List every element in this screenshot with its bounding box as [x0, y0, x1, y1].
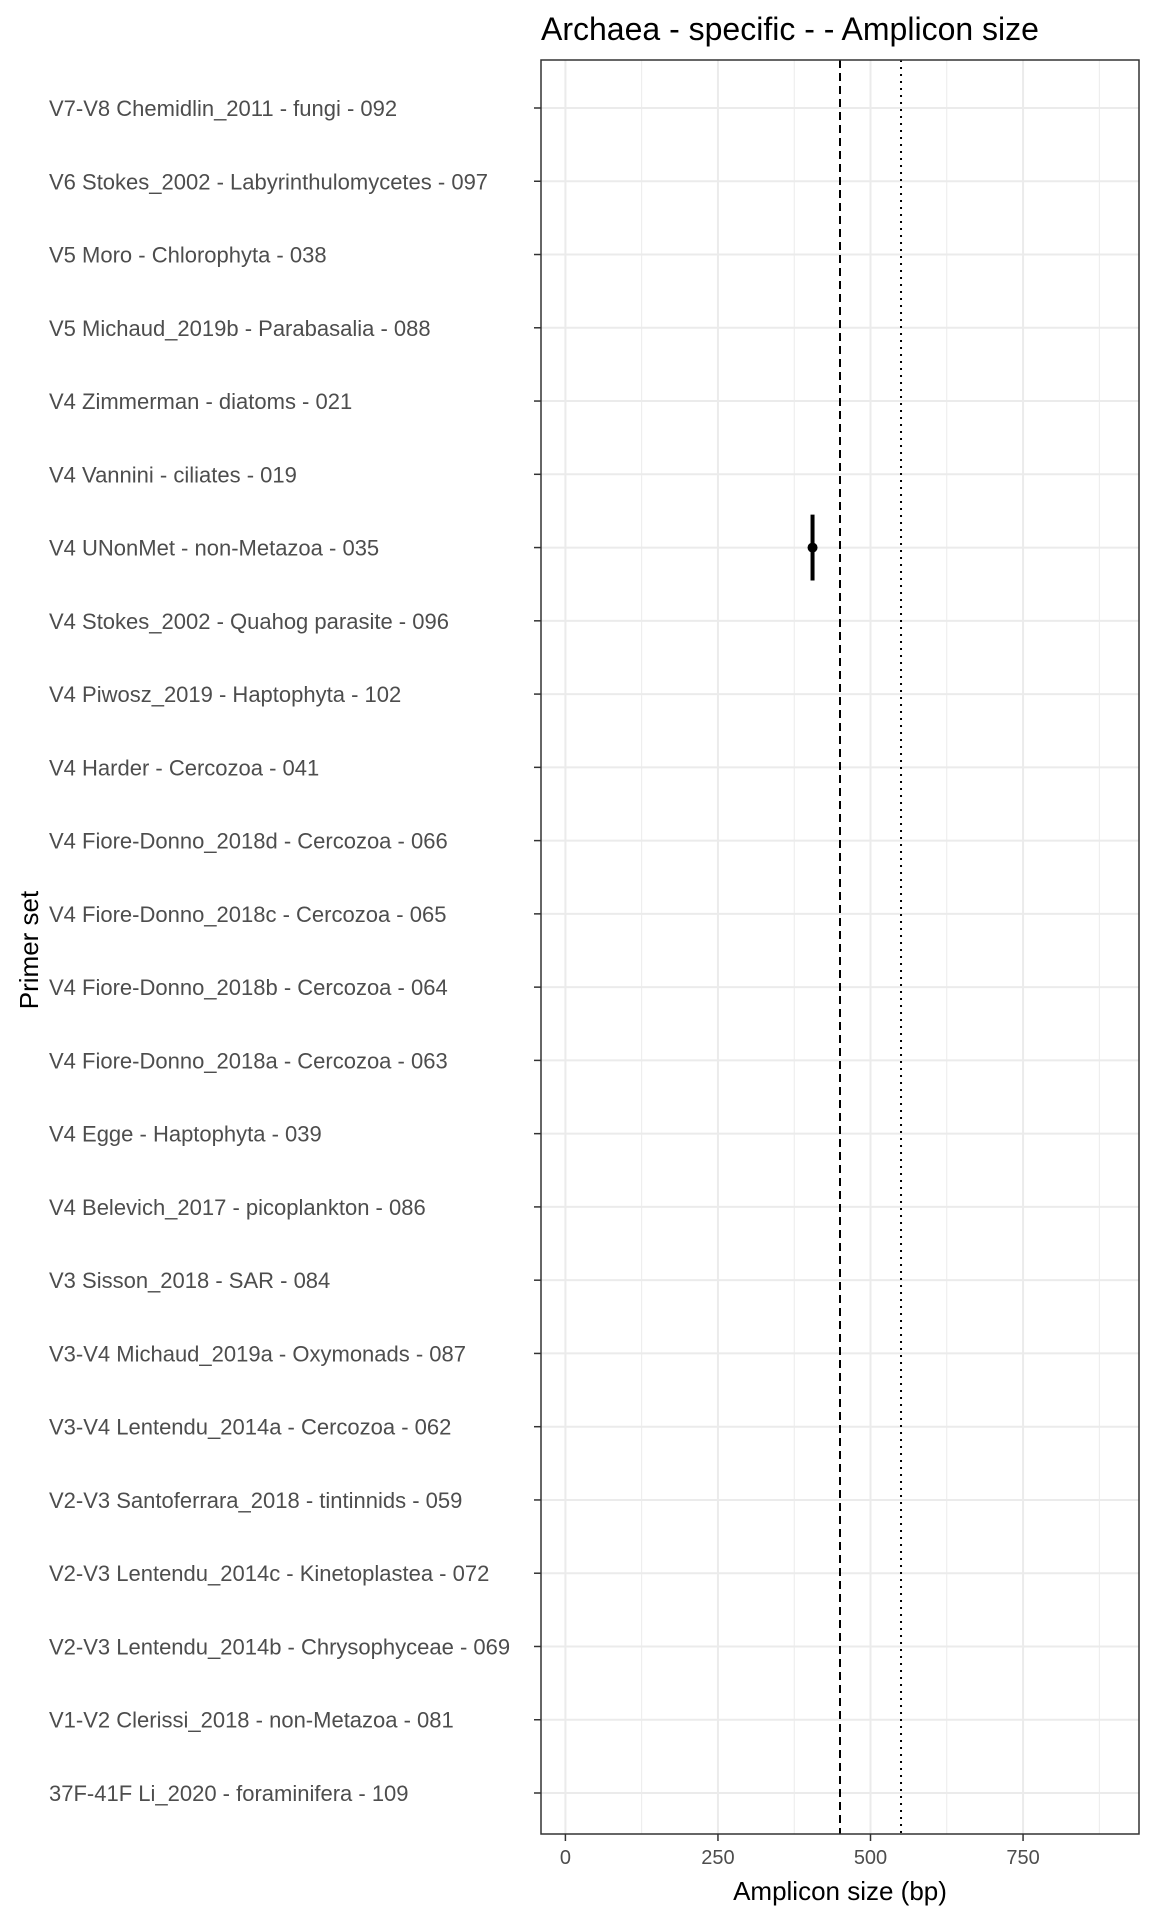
y-tick-label: V2-V3 Lentendu_2014c - Kinetoplastea - 0…	[49, 1561, 489, 1586]
y-tick-label: 37F-41F Li_2020 - foraminifera - 109	[49, 1781, 409, 1806]
x-tick-label: 250	[701, 1847, 734, 1869]
y-tick-label: V4 Fiore-Donno_2018d - Cercozoa - 066	[49, 829, 448, 854]
y-tick-label: V4 Stokes_2002 - Quahog parasite - 096	[49, 609, 449, 634]
y-tick-label: V4 Belevich_2017 - picoplankton - 086	[49, 1195, 426, 1220]
y-tick-label: V3-V4 Lentendu_2014a - Cercozoa - 062	[49, 1415, 451, 1440]
data-point	[807, 542, 818, 553]
x-tick-label: 750	[1006, 1847, 1039, 1869]
y-tick-label: V1-V2 Clerissi_2018 - non-Metazoa - 081	[49, 1708, 454, 1733]
y-tick-label: V5 Michaud_2019b - Parabasalia - 088	[49, 316, 431, 341]
y-tick-label: V5 Moro - Chlorophyta - 038	[49, 243, 327, 268]
y-tick-label: V7-V8 Chemidlin_2011 - fungi - 092	[49, 96, 397, 121]
y-tick-label: V4 Vannini - ciliates - 019	[49, 462, 297, 487]
y-tick-label: V4 Zimmerman - diatoms - 021	[49, 389, 352, 414]
y-tick-label: V4 Fiore-Donno_2018a - Cercozoa - 063	[49, 1048, 448, 1073]
y-tick-label: V3 Sisson_2018 - SAR - 084	[49, 1268, 330, 1293]
x-tick-label: 500	[854, 1847, 887, 1869]
chart-title: Archaea - specific - - Amplicon size	[541, 11, 1039, 47]
amplicon-size-chart: Archaea - specific - - Amplicon size 37F…	[0, 0, 1152, 1920]
y-tick-label: V6 Stokes_2002 - Labyrinthulomycetes - 0…	[49, 169, 488, 194]
chart-background	[0, 0, 1152, 1920]
x-axis-title: Amplicon size (bp)	[733, 1876, 947, 1906]
y-tick-label: V2-V3 Santoferrara_2018 - tintinnids - 0…	[49, 1488, 462, 1513]
y-tick-label: V4 Piwosz_2019 - Haptophyta - 102	[49, 682, 401, 707]
y-tick-label: V4 Fiore-Donno_2018b - Cercozoa - 064	[49, 975, 448, 1000]
y-axis-title: Primer set	[14, 890, 44, 1009]
y-tick-label: V3-V4 Michaud_2019a - Oxymonads - 087	[49, 1341, 466, 1366]
y-tick-label: V4 Harder - Cercozoa - 041	[49, 755, 319, 780]
x-tick-label: 0	[560, 1847, 571, 1869]
y-tick-label: V2-V3 Lentendu_2014b - Chrysophyceae - 0…	[49, 1634, 510, 1659]
y-tick-label: V4 Egge - Haptophyta - 039	[49, 1122, 322, 1147]
y-tick-label: V4 Fiore-Donno_2018c - Cercozoa - 065	[49, 902, 446, 927]
y-tick-label: V4 UNonMet - non-Metazoa - 035	[49, 536, 379, 561]
